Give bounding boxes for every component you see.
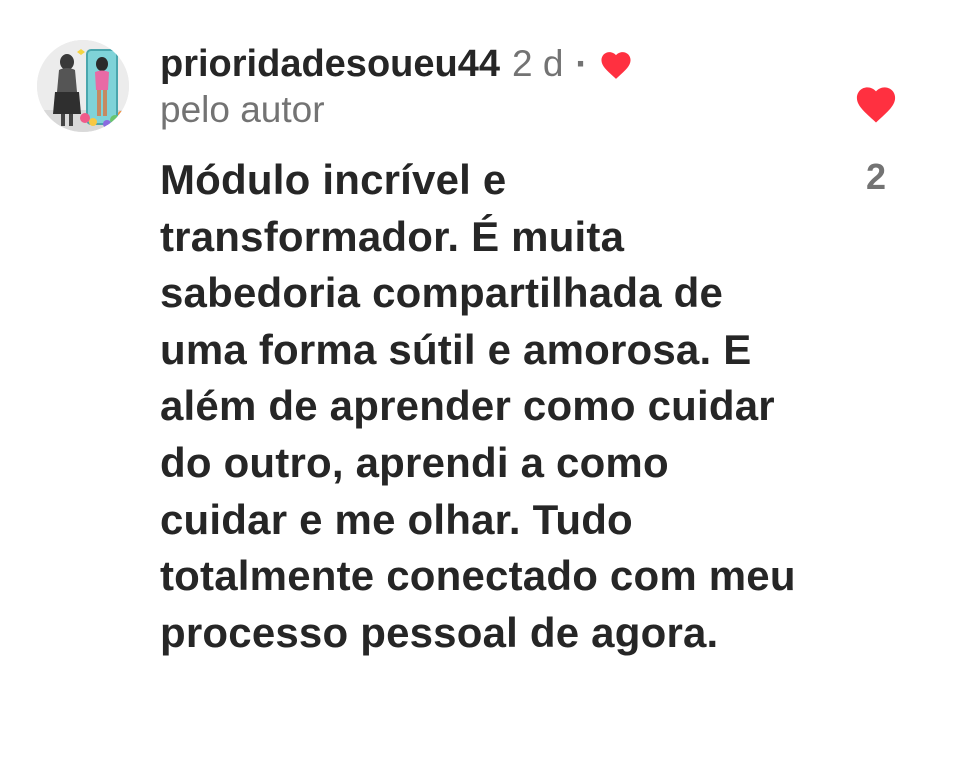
- heart-icon: [598, 48, 634, 80]
- timestamp: 2 d: [511, 43, 564, 84]
- comment-text: Módulo incrível e transformador. É muita…: [160, 156, 796, 656]
- separator: ·: [575, 43, 588, 84]
- comment-header: prioridadesoueu44 2 d · pelo autor: [160, 40, 634, 132]
- heart-icon: [856, 87, 896, 123]
- like-button[interactable]: [852, 82, 900, 124]
- like-count[interactable]: 2: [856, 156, 896, 198]
- avatar[interactable]: [37, 40, 129, 132]
- liked-by-author-label: pelo autor: [160, 89, 325, 130]
- username[interactable]: prioridadesoueu44: [160, 43, 500, 86]
- avatar-image: [37, 40, 129, 132]
- comment-meta: prioridadesoueu44 2 d ·: [160, 40, 634, 88]
- comment: prioridadesoueu44 2 d · pelo autor Módul…: [0, 0, 960, 779]
